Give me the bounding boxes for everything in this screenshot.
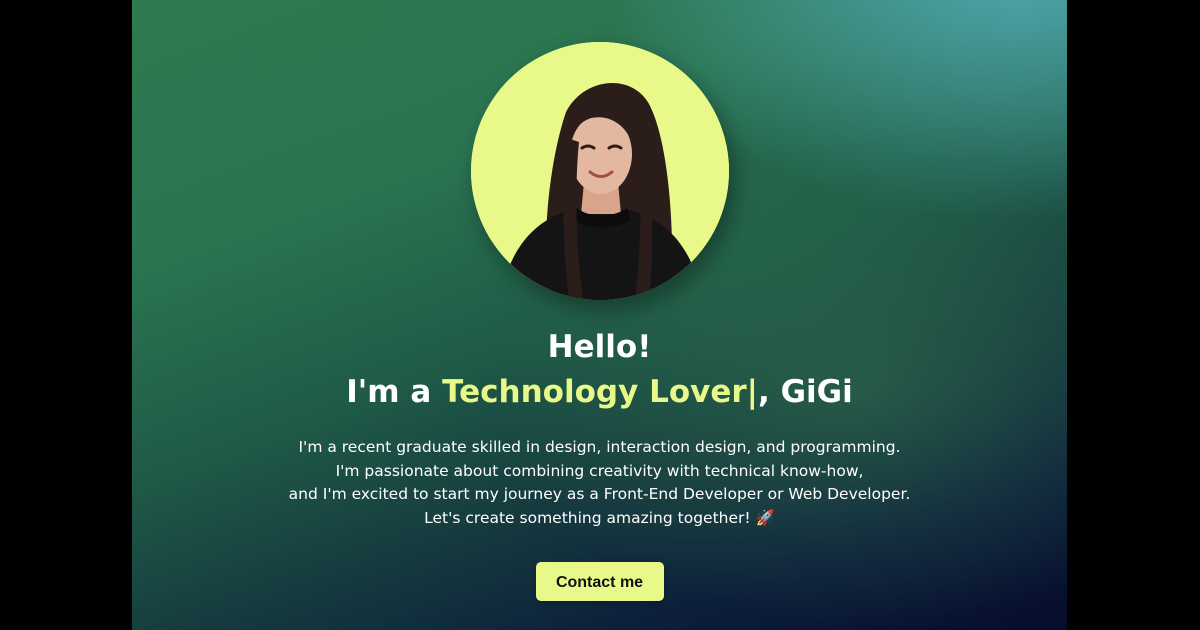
bio-paragraph: I'm a recent graduate skilled in design,… <box>289 436 911 530</box>
contact-button[interactable]: Contact me <box>535 562 664 601</box>
bio-line: Let's create something amazing together!… <box>424 508 775 527</box>
headline-role: Technology Lover <box>442 374 747 410</box>
greeting-heading: Hello! <box>547 329 652 365</box>
typing-cursor: | <box>746 374 758 410</box>
profile-photo-icon <box>470 42 729 300</box>
hero-section: Hello! I'm a Technology Lover|, GiGi I'm… <box>132 0 1067 630</box>
bio-line: I'm a recent graduate skilled in design,… <box>298 438 901 456</box>
letterbox: Hello! I'm a Technology Lover|, GiGi I'm… <box>0 0 1200 630</box>
profile-avatar <box>470 42 729 300</box>
headline-suffix: , GiGi <box>758 374 853 410</box>
headline: I'm a Technology Lover|, GiGi <box>346 372 852 412</box>
bio-line: and I'm excited to start my journey as a… <box>288 485 911 503</box>
hero-content: Hello! I'm a Technology Lover|, GiGi I'm… <box>132 0 1067 601</box>
bio-line: I'm passionate about combining creativit… <box>335 461 864 480</box>
headline-prefix: I'm a <box>346 374 443 410</box>
